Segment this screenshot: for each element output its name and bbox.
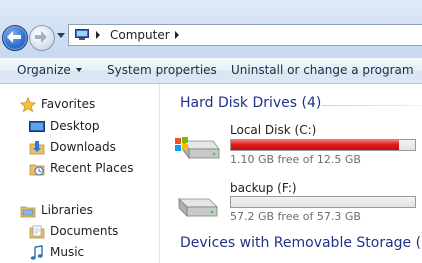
- desktop-icon: [29, 121, 45, 132]
- libraries-icon: [20, 206, 36, 218]
- title-bar: Computer: [0, 0, 422, 58]
- drive-free-space-c: 1.10 GB free of 12.5 GB: [230, 153, 361, 166]
- breadcrumb-separator-icon[interactable]: [96, 31, 100, 39]
- documents-label: Documents: [50, 224, 119, 238]
- forward-button[interactable]: [29, 25, 55, 51]
- recent-places-label: Recent Places: [50, 161, 134, 175]
- desktop-label: Desktop: [50, 119, 100, 133]
- music-label: Music: [50, 245, 85, 259]
- group-header-hard-disk-drives[interactable]: Hard Disk Drives (4): [180, 95, 321, 111]
- recent-places-icon: [29, 164, 45, 176]
- navigation-pane: Favorites Desktop Downloads Recent Place…: [0, 84, 160, 263]
- system-properties-button[interactable]: System properties: [107, 63, 217, 77]
- music-library-icon: [30, 245, 43, 260]
- group-header-removable-storage[interactable]: Devices with Removable Storage (1): [180, 235, 422, 251]
- group-divider: [321, 105, 422, 106]
- drive-usage-bar-f: [230, 196, 416, 208]
- drive-usage-bar-c: [230, 139, 416, 151]
- drive-name-c: Local Disk (C:): [230, 123, 317, 137]
- downloads-folder-icon: [29, 141, 45, 155]
- documents-library-icon: [29, 225, 45, 239]
- drive-name-f: backup (F:): [230, 181, 297, 195]
- chevron-down-icon: [75, 68, 82, 72]
- arrow-left-icon: [7, 31, 21, 43]
- drive-free-space-f: 57.2 GB free of 57.3 GB: [230, 210, 361, 223]
- drive-usage-fill: [231, 140, 399, 150]
- breadcrumb-separator-icon[interactable]: [175, 31, 179, 39]
- arrow-right-icon: [35, 31, 47, 43]
- computer-icon: [75, 29, 89, 40]
- uninstall-program-button[interactable]: Uninstall or change a program: [231, 63, 414, 77]
- hard-drive-icon: [178, 198, 218, 217]
- recent-pages-dropdown[interactable]: [57, 33, 65, 38]
- breadcrumb-computer[interactable]: Computer: [110, 28, 170, 42]
- address-bar[interactable]: Computer: [68, 24, 422, 46]
- command-bar: Organize System properties Uninstall or …: [0, 58, 422, 84]
- back-button[interactable]: [2, 25, 28, 51]
- organize-label: Organize: [17, 63, 71, 77]
- downloads-label: Downloads: [50, 140, 116, 154]
- star-icon: [20, 97, 36, 113]
- content-pane: Hard Disk Drives (4) Local Disk (C:) 1.1…: [161, 84, 422, 263]
- system-drive-icon: [175, 137, 220, 160]
- organize-menu[interactable]: Organize: [17, 63, 82, 77]
- libraries-label: Libraries: [41, 203, 93, 217]
- favorites-label: Favorites: [41, 97, 96, 111]
